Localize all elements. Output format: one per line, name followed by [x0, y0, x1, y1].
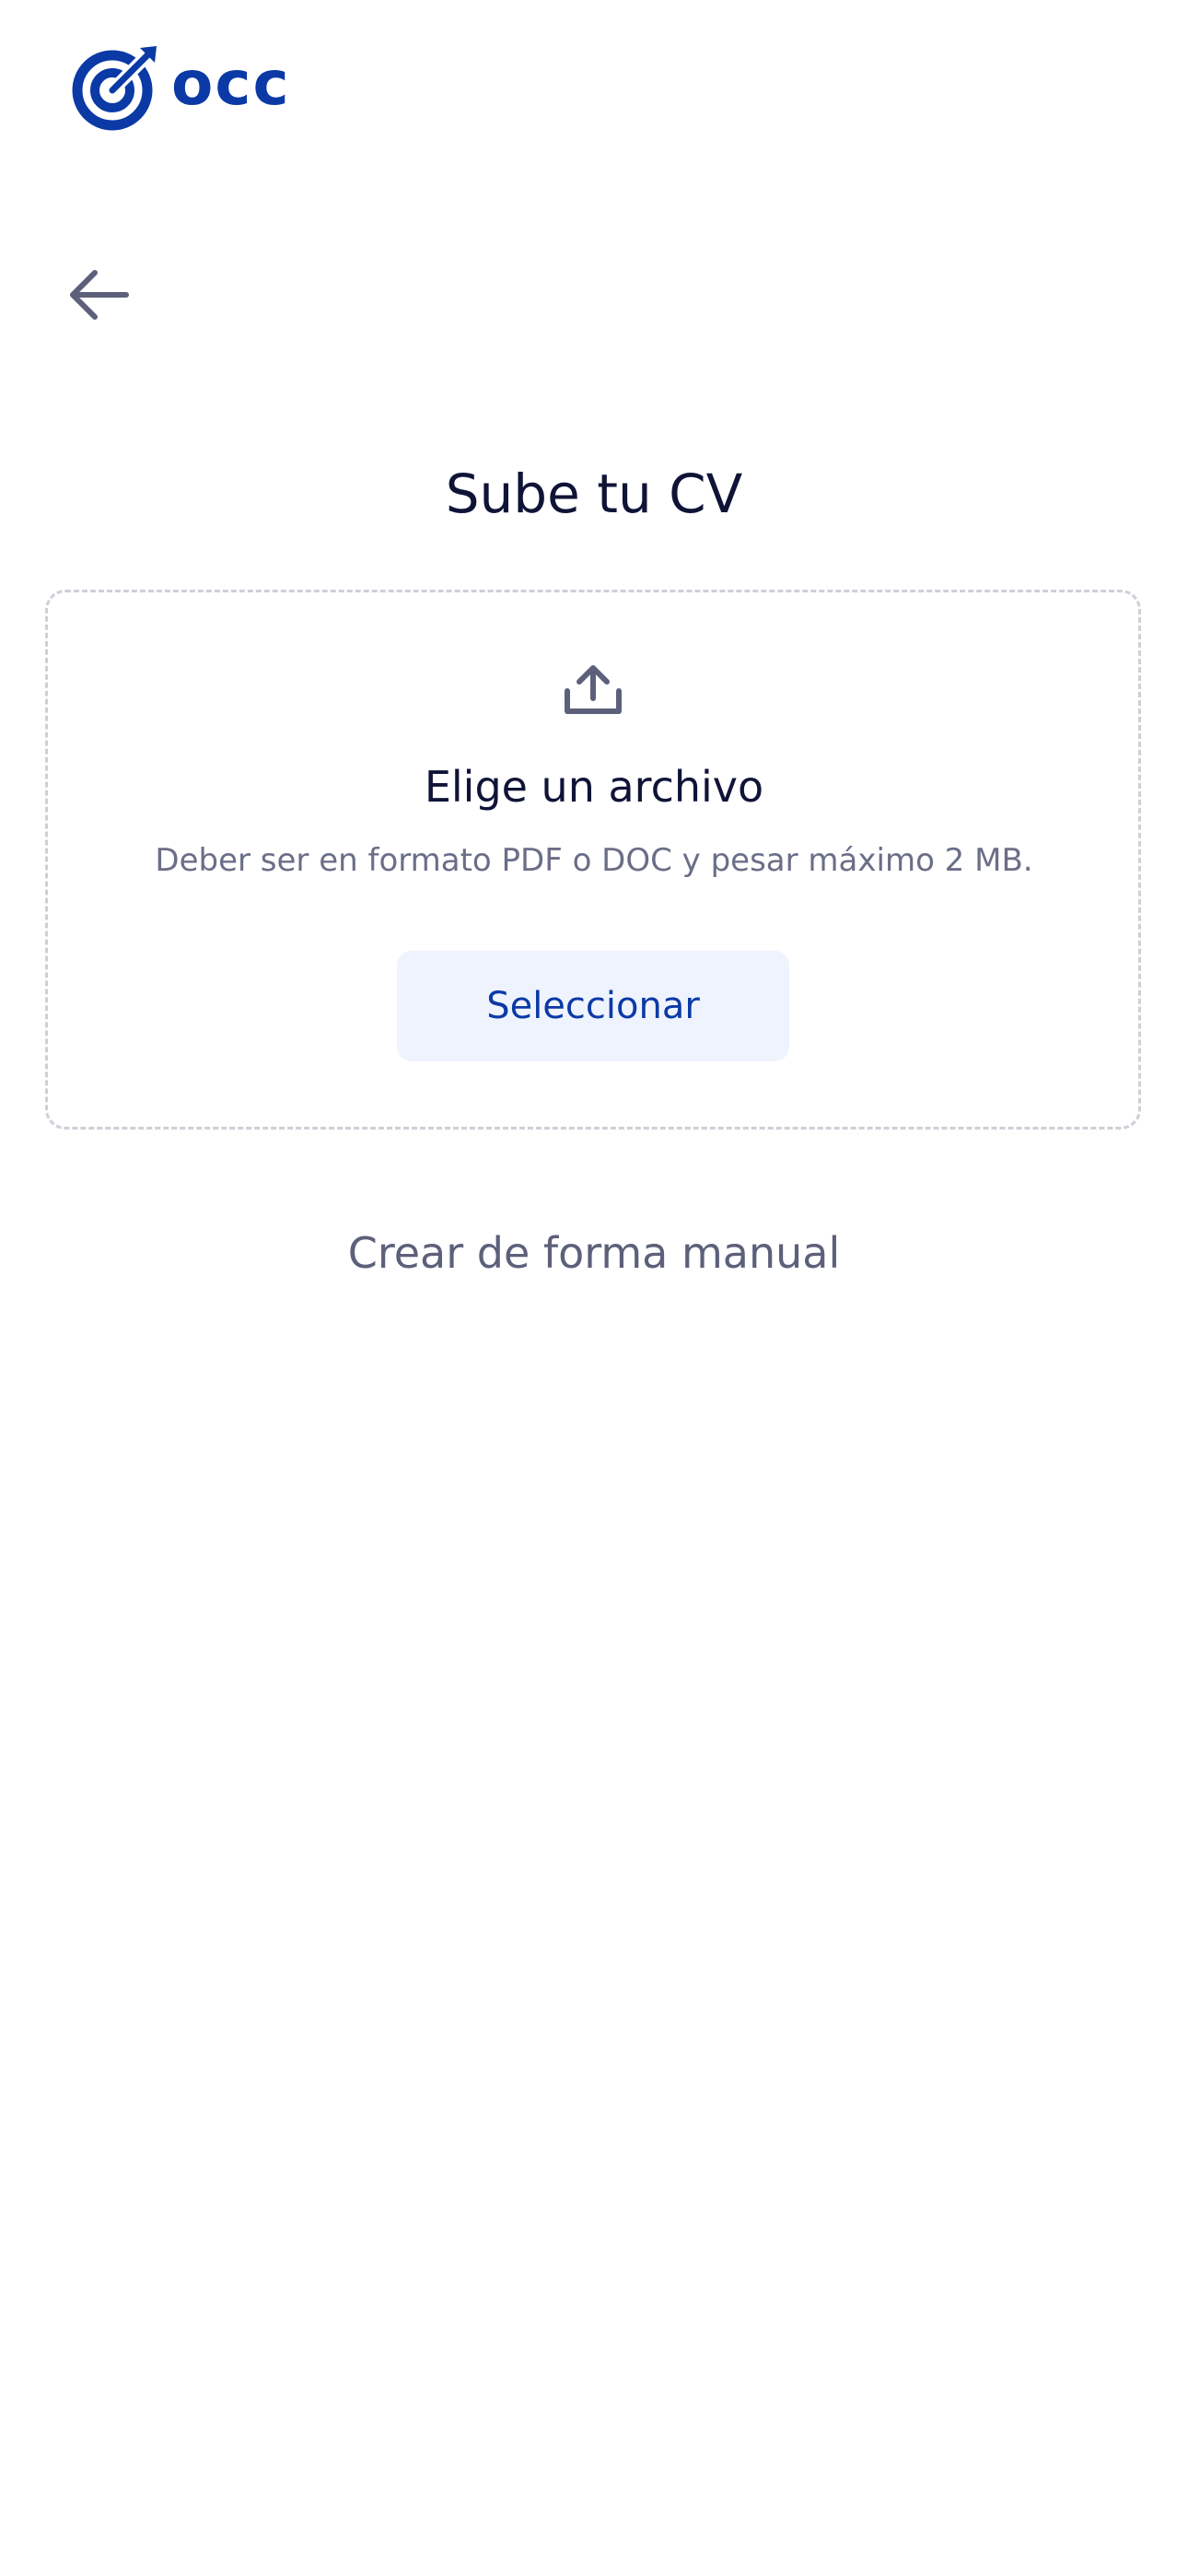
back-button[interactable] [61, 260, 138, 330]
target-icon [72, 46, 157, 131]
upload-icon [565, 665, 622, 714]
arrow-left-icon [70, 270, 129, 320]
select-file-button[interactable]: Seleccionar [397, 951, 789, 1061]
occ-logo: occ [72, 42, 291, 131]
create-manual-link[interactable]: Crear de forma manual [0, 1224, 1188, 1282]
upload-subtitle: Deber ser en formato PDF o DOC y pesar m… [155, 842, 1033, 879]
logo-wordmark: occ [171, 48, 291, 119]
upload-title: Elige un archivo [424, 762, 764, 812]
page-title: Sube tu CV [445, 463, 743, 525]
